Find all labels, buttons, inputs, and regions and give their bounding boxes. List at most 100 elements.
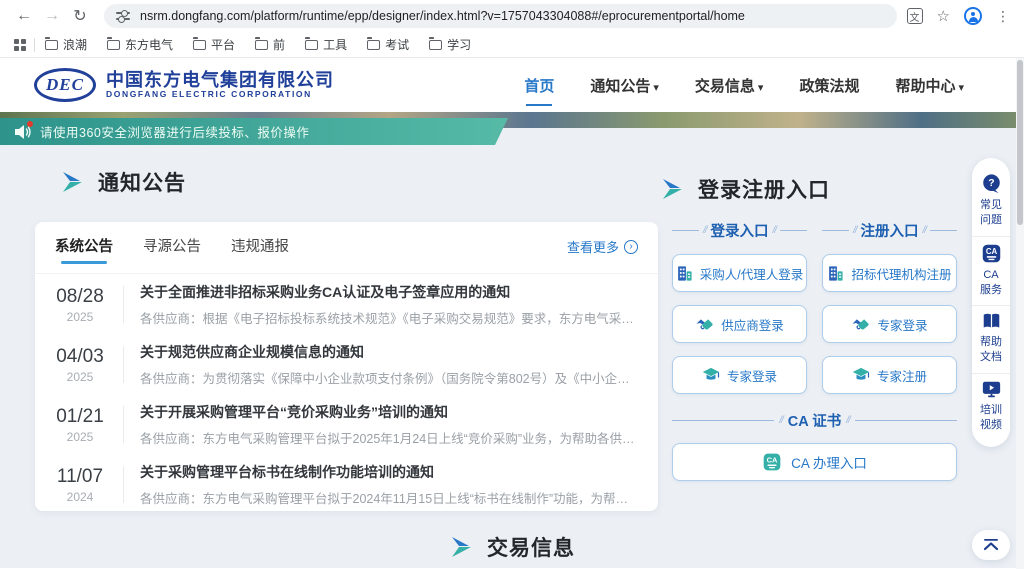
expert-login-button[interactable]: 专家登录 [672, 356, 807, 394]
company-name-cn: 中国东方电气集团有限公司 [106, 70, 334, 91]
svg-text:CA: CA [767, 455, 778, 464]
quick-access-rail: ? 常见问题 CA CA服务 帮助文档 培训视频 [972, 158, 1010, 447]
question-icon: ? [981, 174, 1002, 194]
bookmarks-separator [34, 38, 35, 52]
video-icon [981, 380, 1002, 399]
notice-list-item[interactable]: 11/072024 关于采购管理平台标书在线制作功能培训的通知 各供应商：东方电… [35, 454, 658, 514]
notice-list-item[interactable]: 08/28 2025 关于全面推进非招标采购业务CA认证及电子签章应用的通知 各供… [35, 274, 658, 334]
scrollbar-thumb[interactable] [1017, 60, 1023, 225]
login-entry-header: // 登录入口 // [672, 220, 807, 241]
ca-icon: CA [981, 243, 1002, 264]
notice-desc: 各供应商：东方电气采购管理平台拟于2024年11月15日上线“标书在线制作”功能… [140, 488, 638, 507]
browser-menu-icon[interactable]: ⋮ [996, 8, 1010, 25]
translate-icon[interactable]: 文 [907, 8, 923, 24]
expert-register-button[interactable]: 专家注册 [822, 356, 957, 394]
notice-date: 08/28 [47, 286, 113, 308]
notices-card: 系统公告 寻源公告 违规通报 查看更多 › 08/28 2025 关于全面推进非招… [35, 222, 658, 511]
bookmark-folder[interactable]: 前 [255, 36, 285, 53]
book-icon [981, 312, 1002, 331]
nav-trade-info[interactable]: 交易信息 [695, 69, 764, 102]
nav-help-center[interactable]: 帮助中心 [895, 69, 964, 102]
notice-title[interactable]: 关于规范供应商企业规模信息的通知 [140, 342, 638, 362]
bookmark-star-icon[interactable]: ☆ [937, 7, 950, 25]
url-bar[interactable]: nsrm.dongfang.com/platform/runtime/epp/d… [104, 4, 897, 28]
url-text[interactable]: nsrm.dongfang.com/platform/runtime/epp/d… [140, 9, 745, 23]
forward-icon[interactable]: → [38, 7, 66, 25]
bookmark-folder[interactable]: 考试 [367, 36, 409, 53]
notification-dot [27, 121, 33, 127]
notice-title[interactable]: 关于采购管理平台标书在线制作功能培训的通知 [140, 462, 638, 482]
divider [123, 346, 124, 383]
site-settings-icon[interactable] [116, 10, 130, 22]
company-logo[interactable]: DEC 中国东方电气集团有限公司 DONGFANG ELECTRIC CORPO… [34, 68, 334, 102]
divider [123, 406, 124, 443]
ribbon-text: 请使用360安全浏览器进行后续投标、报价操作 [40, 122, 309, 141]
browser-toolbar: ← → ↻ nsrm.dongfang.com/platform/runtime… [0, 0, 1024, 32]
divider [123, 466, 124, 503]
tab-violation-reports[interactable]: 违规通报 [231, 235, 289, 264]
folder-icon [107, 40, 120, 50]
browser-notice-ribbon: 请使用360安全浏览器进行后续投标、报价操作 [0, 118, 508, 145]
nav-notices[interactable]: 通知公告 [590, 69, 659, 102]
svg-text:CA: CA [985, 247, 997, 256]
svg-text:?: ? [988, 178, 994, 189]
tab-system-notices[interactable]: 系统公告 [55, 235, 113, 264]
apps-grid-icon[interactable] [14, 39, 26, 51]
divider [123, 286, 124, 323]
back-to-top-button[interactable] [972, 530, 1010, 560]
bidding-agency-register-button[interactable]: 招标代理机构注册 [822, 254, 957, 292]
building-icon [676, 265, 693, 282]
folder-icon [305, 40, 318, 50]
tab-sourcing-notices[interactable]: 寻源公告 [143, 235, 201, 264]
rail-item-help-docs[interactable]: 帮助文档 [972, 305, 1010, 373]
bookmarks-bar: 浪潮 东方电气 平台 前 工具 考试 学习 [0, 32, 1024, 58]
notices-tabbar: 系统公告 寻源公告 违规通报 查看更多 › [35, 222, 658, 274]
bookmark-folder[interactable]: 平台 [193, 36, 235, 53]
notice-desc: 各供应商：为贯彻落实《保障中小企业款项支付条例》（国务院令第802号）及《中小企… [140, 368, 638, 387]
supplier-register-button[interactable]: 专家登录 [822, 305, 957, 343]
notice-year: 2025 [47, 310, 113, 324]
ca-cert-header: // CA 证书 // [672, 410, 957, 431]
view-more-link[interactable]: 查看更多 › [567, 237, 638, 262]
ca-icon: CA [762, 452, 782, 472]
nav-home[interactable]: 首页 [524, 69, 554, 102]
bookmark-folder[interactable]: 学习 [429, 36, 471, 53]
speaker-icon [14, 124, 32, 140]
trade-info-section-title: 交易信息 [487, 532, 575, 562]
ca-apply-button[interactable]: CA CA 办理入口 [672, 443, 957, 481]
notice-list-item[interactable]: 04/032025 关于规范供应商企业规模信息的通知 各供应商：为贯彻落实《保障… [35, 334, 658, 394]
purchaser-agent-login-button[interactable]: 采购人/代理人登录 [672, 254, 807, 292]
supplier-login-button[interactable]: 供应商登录 [672, 305, 807, 343]
bookmark-folder[interactable]: 东方电气 [107, 36, 173, 53]
trade-info-section-header: 交易信息 [0, 532, 1024, 562]
folder-icon [367, 40, 380, 50]
site-header: DEC 中国东方电气集团有限公司 DONGFANG ELECTRIC CORPO… [0, 58, 1024, 112]
building-icon [827, 265, 844, 282]
notices-section-title: 通知公告 [98, 167, 186, 197]
notice-year: 2024 [47, 490, 113, 504]
chevron-right-icon: › [624, 240, 638, 254]
rail-item-training-videos[interactable]: 培训视频 [972, 373, 1010, 441]
notice-title[interactable]: 关于全面推进非招标采购业务CA认证及电子签章应用的通知 [140, 282, 638, 302]
notice-year: 2025 [47, 430, 113, 444]
section-arrow-icon [449, 536, 473, 558]
nav-policies[interactable]: 政策法规 [799, 69, 859, 102]
page-scrollbar[interactable] [1016, 58, 1024, 569]
notice-date: 04/03 [47, 346, 113, 368]
notice-desc: 各供应商：根据《电子招标投标系统技术规范》《电子采购交易规范》要求，东方电气采购… [140, 308, 638, 327]
login-section-title: 登录注册入口 [698, 174, 830, 204]
main-nav: 首页 通知公告 交易信息 政策法规 帮助中心 [524, 69, 990, 102]
company-name-en: DONGFANG ELECTRIC CORPORATION [106, 90, 334, 100]
notice-title[interactable]: 关于开展采购管理平台“竞价采购业务”培训的通知 [140, 402, 638, 422]
bookmark-folder[interactable]: 浪潮 [45, 36, 87, 53]
reload-icon[interactable]: ↻ [66, 6, 94, 26]
folder-icon [429, 40, 442, 50]
back-icon[interactable]: ← [10, 7, 38, 25]
folder-icon [255, 40, 268, 50]
login-section-header: 登录注册入口 [660, 174, 830, 204]
rail-item-ca-service[interactable]: CA CA服务 [972, 236, 1010, 306]
profile-avatar-icon[interactable] [964, 7, 982, 25]
notice-list-item[interactable]: 01/212025 关于开展采购管理平台“竞价采购业务”培训的通知 各供应商：东… [35, 394, 658, 454]
rail-item-faq[interactable]: ? 常见问题 [972, 168, 1010, 236]
bookmark-folder[interactable]: 工具 [305, 36, 347, 53]
